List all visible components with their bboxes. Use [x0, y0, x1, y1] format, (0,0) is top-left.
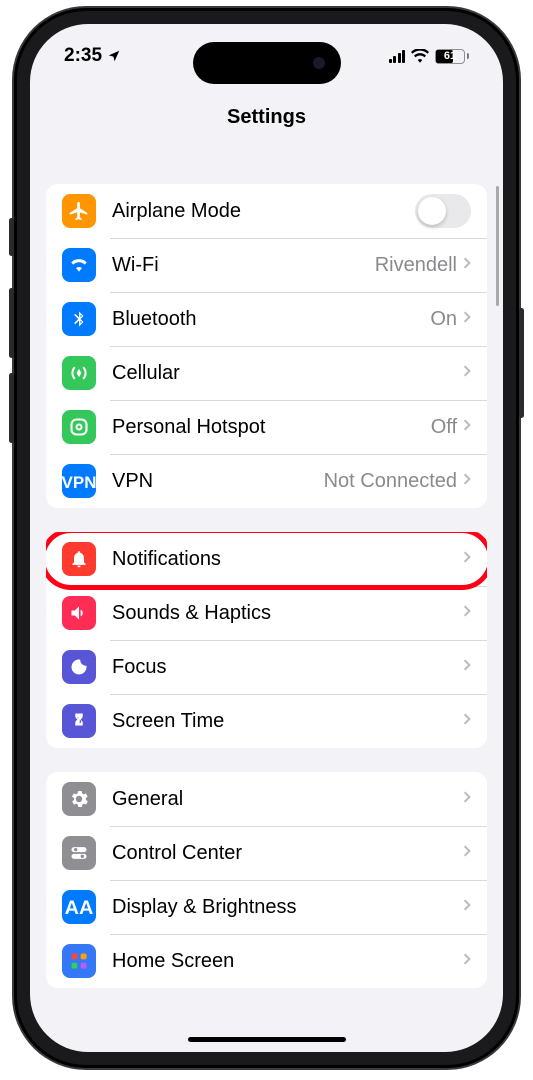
controlcenter-icon	[62, 836, 96, 870]
chevron-right-icon	[463, 790, 471, 809]
scrollbar[interactable]	[496, 186, 499, 306]
wifi-icon	[62, 248, 96, 282]
toggle-airplane-mode[interactable]	[415, 194, 471, 228]
row-label: Sounds & Haptics	[112, 602, 463, 625]
row-display-brightness[interactable]: AA Display & Brightness	[46, 880, 487, 934]
phone-frame: 2:35 61 Settings Airplane Mode Wi-FiRiven…	[14, 8, 519, 1068]
chevron-right-icon	[463, 472, 471, 491]
chevron-right-icon	[463, 952, 471, 971]
volume-up	[9, 288, 14, 358]
chevron-right-icon	[463, 604, 471, 623]
settings-group: General Control Center AA Display & Brightn…	[46, 772, 487, 988]
focus-icon	[62, 650, 96, 684]
hotspot-icon	[62, 410, 96, 444]
row-label: Focus	[112, 656, 463, 679]
row-label: General	[112, 788, 463, 811]
row-vpn[interactable]: VPNVPNNot Connected	[46, 454, 487, 508]
general-icon	[62, 782, 96, 816]
row-label: Notifications	[112, 548, 463, 571]
vpn-icon: VPN	[62, 464, 96, 498]
row-value: Off	[431, 416, 457, 439]
svg-text:AA: AA	[65, 897, 94, 919]
airplane-icon	[62, 194, 96, 228]
display-icon: AA	[62, 890, 96, 924]
screen: 2:35 61 Settings Airplane Mode Wi-FiRiven…	[30, 24, 503, 1052]
cellular-icon	[62, 356, 96, 390]
row-label: Airplane Mode	[112, 200, 415, 223]
row-control-center[interactable]: Control Center	[46, 826, 487, 880]
row-bluetooth[interactable]: BluetoothOn	[46, 292, 487, 346]
row-label: Bluetooth	[112, 308, 430, 331]
row-home-screen[interactable]: Home Screen	[46, 934, 487, 988]
chevron-right-icon	[463, 310, 471, 329]
row-label: Display & Brightness	[112, 896, 463, 919]
row-value: On	[430, 308, 457, 331]
row-sounds-haptics[interactable]: Sounds & Haptics	[46, 586, 487, 640]
volume-down	[9, 373, 14, 443]
row-label: Control Center	[112, 842, 463, 865]
row-label: Cellular	[112, 362, 463, 385]
row-label: Personal Hotspot	[112, 416, 431, 439]
chevron-right-icon	[463, 418, 471, 437]
row-label: Home Screen	[112, 950, 463, 973]
settings-group: Airplane ModeWi-FiRivendellBluetoothOnCe…	[46, 184, 487, 508]
row-screen-time[interactable]: Screen Time	[46, 694, 487, 748]
chevron-right-icon	[463, 712, 471, 731]
row-notifications[interactable]: Notifications	[46, 532, 487, 586]
row-wi-fi[interactable]: Wi-FiRivendell	[46, 238, 487, 292]
cellular-signal-icon	[389, 50, 406, 63]
home-indicator[interactable]	[188, 1037, 346, 1042]
status-time: 2:35	[64, 45, 102, 67]
sounds-icon	[62, 596, 96, 630]
homescreen-icon	[62, 944, 96, 978]
chevron-right-icon	[463, 256, 471, 275]
row-airplane-mode[interactable]: Airplane Mode	[46, 184, 487, 238]
navbar: Settings	[30, 88, 503, 146]
mute-switch	[9, 218, 14, 256]
power-button	[519, 308, 524, 418]
row-label: Wi-Fi	[112, 254, 375, 277]
row-personal-hotspot[interactable]: Personal HotspotOff	[46, 400, 487, 454]
settings-scroll[interactable]: Airplane ModeWi-FiRivendellBluetoothOnCe…	[30, 146, 503, 1052]
settings-group: Notifications Sounds & Haptics Focus Screen…	[46, 532, 487, 748]
chevron-right-icon	[463, 844, 471, 863]
page-title: Settings	[227, 106, 306, 129]
bluetooth-icon	[62, 302, 96, 336]
row-value: Not Connected	[324, 470, 457, 493]
row-label: VPN	[112, 470, 324, 493]
svg-text:VPN: VPN	[62, 473, 96, 492]
row-general[interactable]: General	[46, 772, 487, 826]
chevron-right-icon	[463, 364, 471, 383]
row-cellular[interactable]: Cellular	[46, 346, 487, 400]
chevron-right-icon	[463, 898, 471, 917]
location-icon	[107, 49, 121, 63]
notifications-icon	[62, 542, 96, 576]
wifi-icon	[411, 49, 429, 63]
row-value: Rivendell	[375, 254, 457, 277]
screentime-icon	[62, 704, 96, 738]
battery-icon: 61	[435, 49, 469, 64]
row-label: Screen Time	[112, 710, 463, 733]
dynamic-island	[193, 42, 341, 84]
chevron-right-icon	[463, 550, 471, 569]
row-focus[interactable]: Focus	[46, 640, 487, 694]
chevron-right-icon	[463, 658, 471, 677]
